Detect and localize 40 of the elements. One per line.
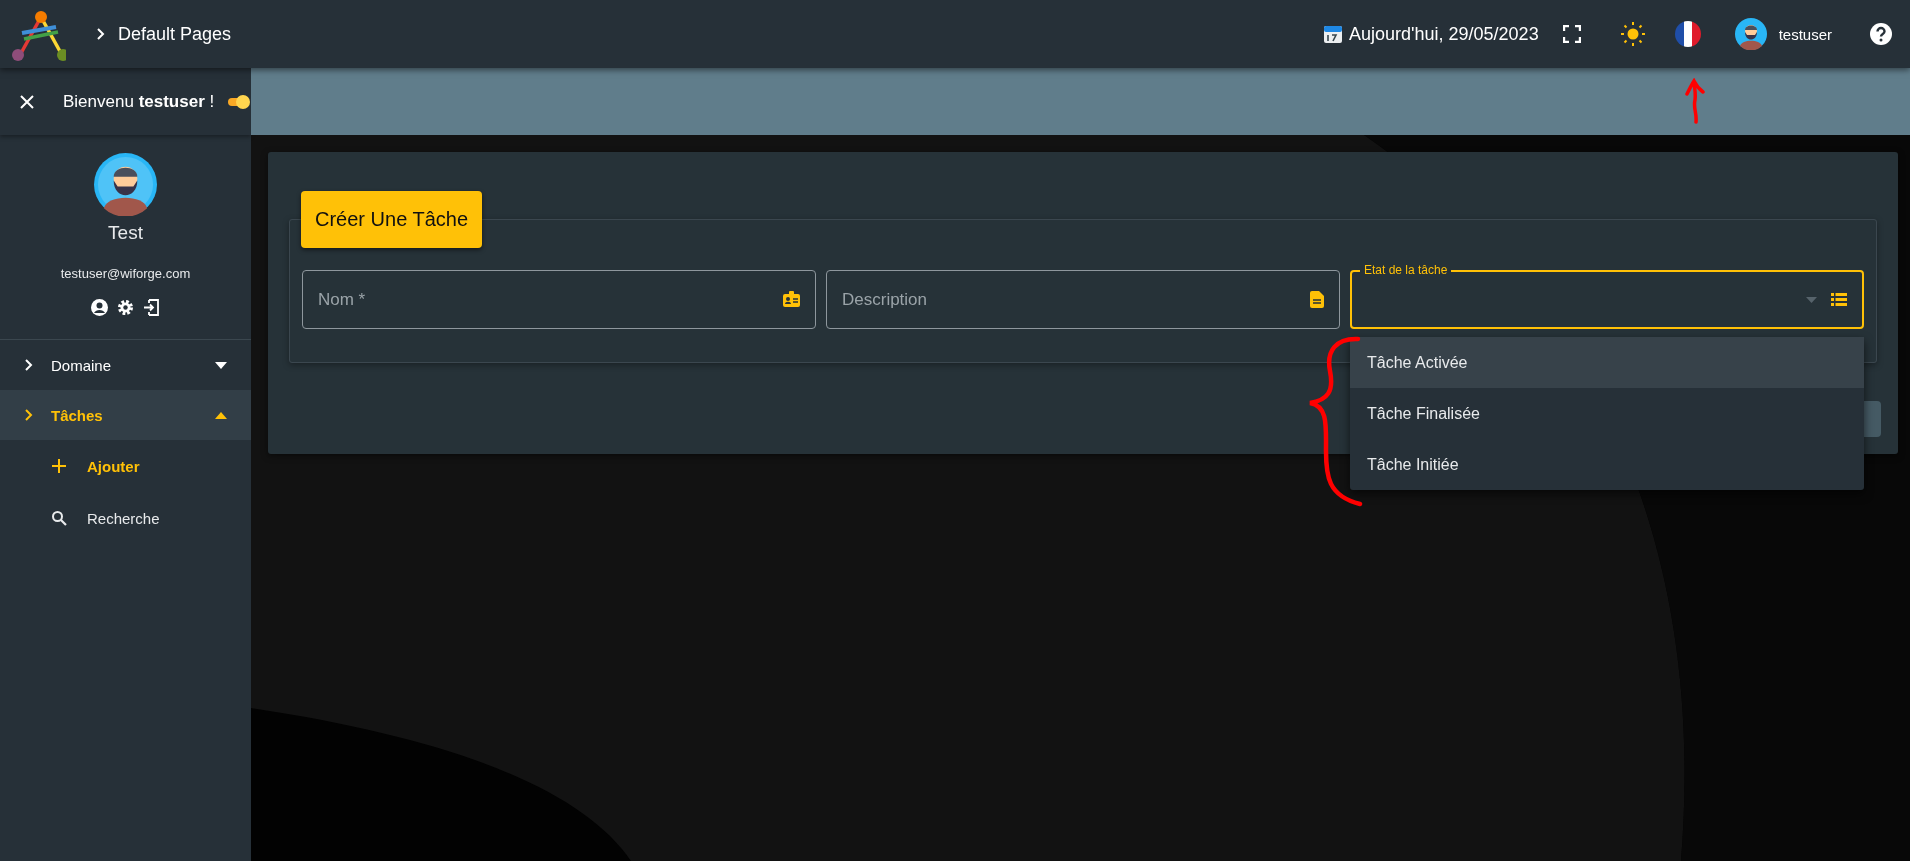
logout-icon[interactable]	[143, 299, 160, 316]
submenu-item[interactable]: Ajouter	[0, 440, 251, 492]
profile-email: testuser@wiforge.com	[60, 266, 191, 281]
dropdown-option[interactable]: Tâche Initiée	[1350, 439, 1864, 490]
chevron-icon	[96, 28, 106, 40]
help-icon[interactable]	[1870, 23, 1892, 45]
chevron-icon	[24, 409, 34, 421]
fullscreen-icon[interactable]	[1562, 25, 1581, 43]
dropdown-option[interactable]: Tâche Finalisée	[1350, 388, 1864, 439]
text-field[interactable]: Nom *	[302, 270, 816, 329]
close-icon[interactable]	[20, 94, 34, 109]
profile-name: Test	[108, 222, 143, 244]
field-label: Etat de la tâche	[1360, 263, 1452, 277]
welcome-text: Bienvenu testuser !	[63, 91, 215, 112]
menu-item[interactable]: Domaine	[0, 340, 251, 390]
document-icon	[1310, 291, 1324, 308]
form-title: Créer Une Tâche	[301, 191, 483, 248]
username-label[interactable]: testuser	[1778, 25, 1832, 43]
flag-icon[interactable]	[1674, 21, 1701, 47]
avatar-icon	[94, 153, 157, 216]
caret-icon	[215, 361, 227, 369]
search-icon	[51, 510, 67, 526]
caret-icon	[1806, 296, 1817, 303]
settings-icon[interactable]	[117, 299, 134, 316]
text-field[interactable]: Description	[826, 270, 1340, 329]
date-label: Aujourd'hui, 29/05/2023	[1349, 23, 1539, 45]
calendar-icon	[1323, 24, 1344, 44]
avatar-icon[interactable]	[1734, 18, 1767, 50]
dropdown-option[interactable]: Tâche Activée	[1350, 337, 1864, 388]
caret-icon	[215, 411, 227, 419]
account-icon[interactable]	[91, 299, 108, 316]
plus-icon	[51, 458, 67, 474]
toggle-switch[interactable]	[228, 94, 251, 109]
sun-icon[interactable]	[1620, 22, 1645, 46]
id-card-icon	[783, 291, 800, 307]
menu-item[interactable]: Tâches	[0, 390, 251, 440]
breadcrumb-link[interactable]: Default Pages	[118, 23, 232, 45]
submenu-item[interactable]: Recherche	[0, 492, 251, 544]
chevron-icon	[24, 359, 34, 371]
list-icon	[1831, 293, 1847, 306]
